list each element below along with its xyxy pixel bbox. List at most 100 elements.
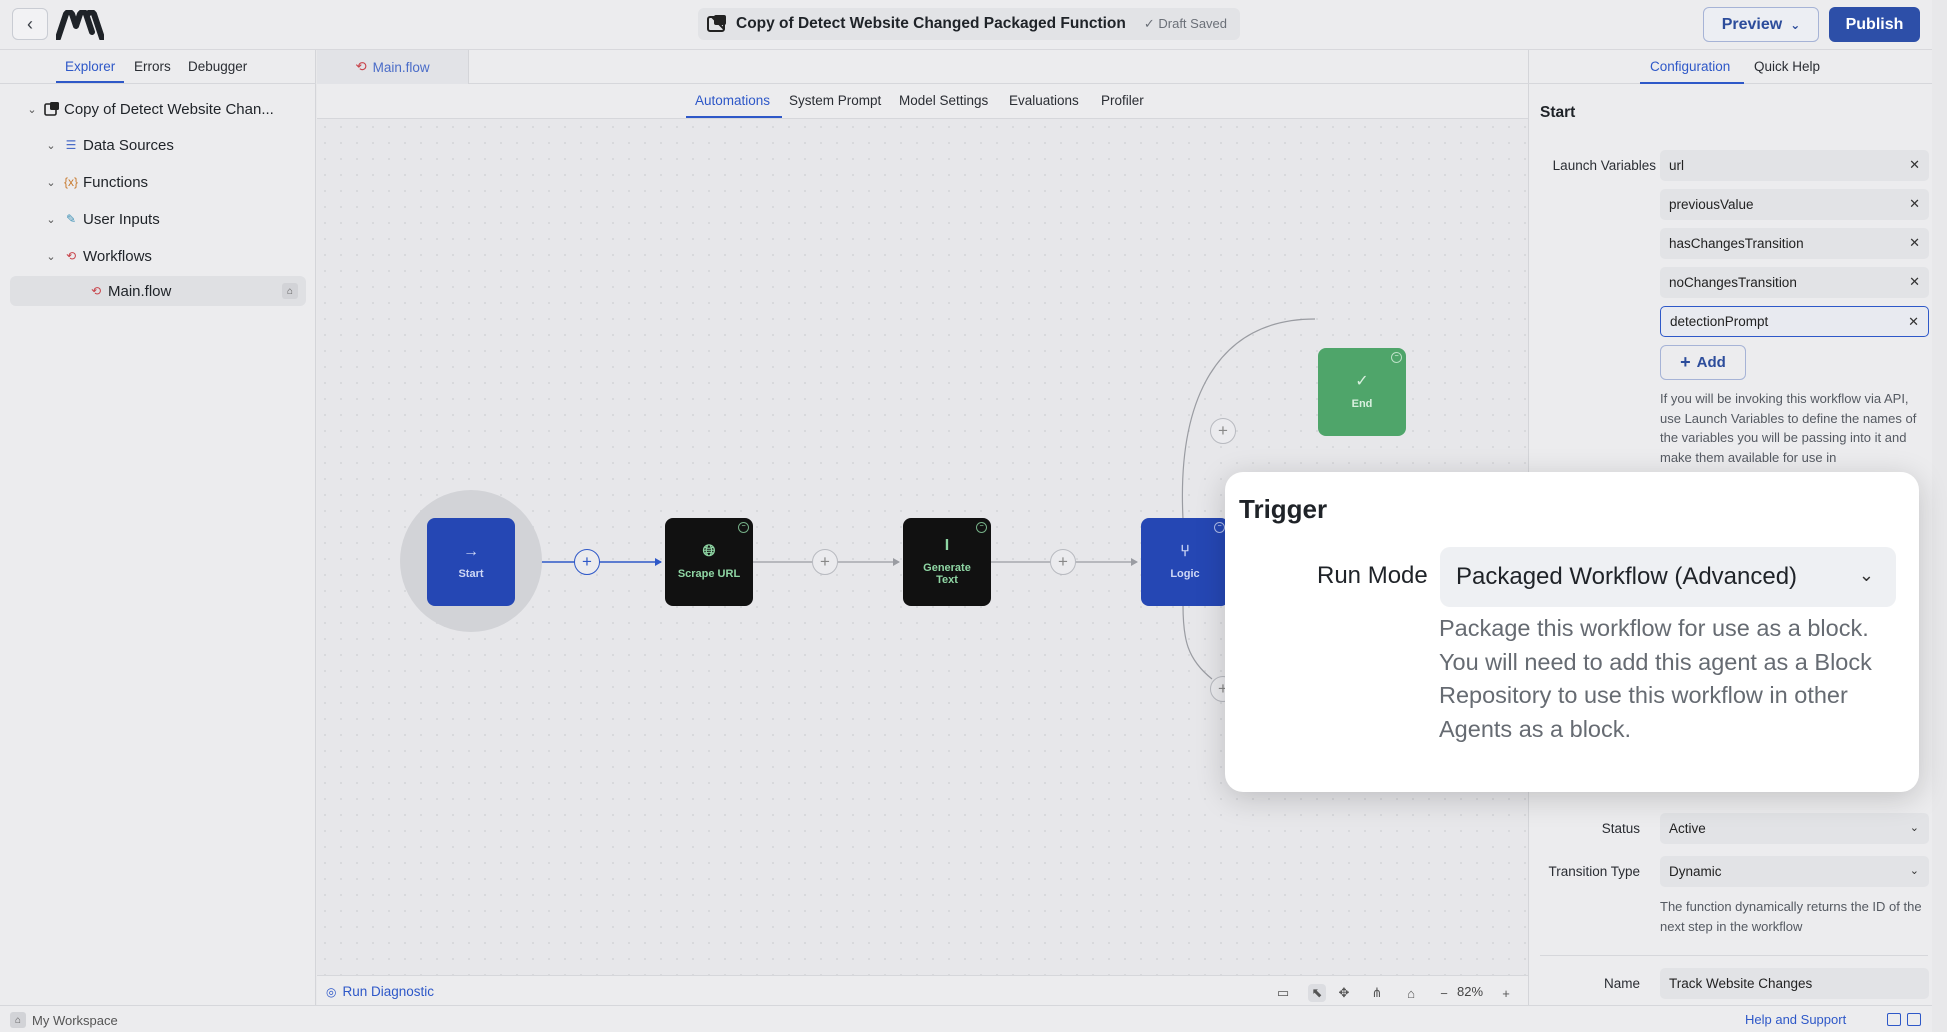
- run-diagnostic-button[interactable]: ◎ Run Diagnostic: [326, 984, 434, 999]
- chevron-down-icon[interactable]: ⌄: [45, 213, 57, 226]
- explorer-sidebar: Explorer Errors Debugger ⌄ Copy of Detec…: [0, 50, 316, 1005]
- tab-explorer[interactable]: Explorer: [65, 59, 115, 74]
- pan-tool-icon[interactable]: ✥: [1335, 984, 1353, 1002]
- close-icon[interactable]: ✕: [1909, 235, 1920, 251]
- zoom-in-icon[interactable]: +: [1497, 984, 1515, 1002]
- preview-button[interactable]: Preview ⌄: [1703, 7, 1819, 42]
- name-input[interactable]: Track Website Changes: [1660, 968, 1929, 999]
- node-start[interactable]: → Start: [427, 518, 515, 606]
- tree-item-label: Data Sources: [83, 136, 174, 154]
- run-mode-select[interactable]: Packaged Workflow (Advanced) ⌄: [1440, 547, 1896, 607]
- status-label: Status: [1601, 821, 1640, 836]
- tab-automations[interactable]: Automations: [695, 93, 770, 108]
- brand-logo-icon: [56, 10, 104, 40]
- add-label: Add: [1696, 354, 1726, 371]
- add-step-button[interactable]: +: [1210, 418, 1236, 444]
- toggle-right-panel-icon[interactable]: [1907, 1013, 1921, 1026]
- workspace-switcher[interactable]: ⌂ My Workspace: [10, 1012, 118, 1028]
- close-icon[interactable]: ✕: [1908, 314, 1919, 330]
- agent-icon: [44, 101, 60, 117]
- chevron-down-icon[interactable]: ⌄: [45, 139, 57, 152]
- launch-variable-field[interactable]: previousValue ✕: [1660, 189, 1929, 220]
- status-select[interactable]: Active ⌄: [1660, 813, 1929, 844]
- node-scrape-url[interactable]: − 🌐︎ Scrape URL: [665, 518, 753, 606]
- tab-errors[interactable]: Errors: [134, 59, 171, 74]
- home-icon: ⌂: [10, 1012, 26, 1028]
- chevron-down-icon: ⌄: [1909, 865, 1919, 877]
- note-icon[interactable]: ▭: [1274, 984, 1292, 1002]
- transition-type-value: Dynamic: [1669, 864, 1722, 879]
- trigger-title: Trigger: [1239, 494, 1328, 524]
- transition-type-select[interactable]: Dynamic ⌄: [1660, 856, 1929, 887]
- active-tab-indicator: [686, 116, 782, 118]
- save-status-text: Draft Saved: [1158, 16, 1228, 31]
- check-circle-icon: ✓: [1355, 373, 1369, 391]
- arrowhead: [655, 558, 662, 566]
- chevron-down-icon[interactable]: ⌄: [45, 176, 57, 189]
- file-tab-strip: [469, 50, 1528, 84]
- status-dot-icon: −: [1214, 522, 1225, 533]
- active-tab-indicator: [56, 81, 124, 83]
- zoom-out-icon[interactable]: −: [1435, 984, 1453, 1002]
- file-tab-main-flow[interactable]: ⟲ Main.flow: [317, 50, 469, 84]
- tab-debugger[interactable]: Debugger: [188, 59, 247, 74]
- add-step-button[interactable]: +: [812, 549, 838, 575]
- run-mode-description: Package this workflow for use as a block…: [1439, 615, 1872, 742]
- tab-model-settings[interactable]: Model Settings: [899, 93, 988, 108]
- zoom-level: 82%: [1457, 984, 1484, 999]
- tree-item-functions[interactable]: ⌄ {x} Functions: [0, 167, 316, 197]
- arrowhead: [893, 558, 900, 566]
- node-label: End: [1351, 397, 1373, 410]
- close-icon[interactable]: ✕: [1909, 157, 1920, 173]
- toggle-left-panel-icon[interactable]: [1887, 1013, 1901, 1026]
- close-icon[interactable]: ✕: [1909, 196, 1920, 212]
- chevron-down-icon[interactable]: ⌄: [26, 103, 38, 116]
- tree-item-agent[interactable]: ⌄ Copy of Detect Website Chan...: [0, 94, 316, 124]
- tab-quick-help[interactable]: Quick Help: [1754, 59, 1820, 74]
- file-tab-label: Main.flow: [372, 59, 430, 75]
- select-tool-icon[interactable]: ⬉: [1308, 984, 1326, 1002]
- chevron-down-icon[interactable]: ⌄: [45, 250, 57, 263]
- launch-variable-value: noChangesTransition: [1669, 275, 1797, 290]
- layout-tree-icon[interactable]: ⋔: [1368, 984, 1386, 1002]
- home-icon[interactable]: ⌂: [1402, 984, 1420, 1002]
- tab-evaluations[interactable]: Evaluations: [1009, 93, 1079, 108]
- help-support-link[interactable]: Help and Support: [1745, 1012, 1846, 1027]
- launch-variable-value: detectionPrompt: [1670, 314, 1769, 329]
- globe-icon: 🌐︎: [702, 543, 716, 561]
- workspace-label: My Workspace: [32, 1012, 118, 1028]
- run-diagnostic-label: Run Diagnostic: [342, 984, 435, 999]
- launch-variable-field-active[interactable]: detectionPrompt ✕: [1660, 306, 1929, 337]
- add-variable-button[interactable]: + Add: [1660, 345, 1746, 380]
- preview-label: Preview: [1721, 15, 1783, 33]
- agent-title-pill[interactable]: Copy of Detect Website Changed Packaged …: [698, 8, 1240, 40]
- close-icon[interactable]: ✕: [1909, 274, 1920, 290]
- chevron-left-icon: ‹: [27, 13, 33, 34]
- node-generate-text[interactable]: − I Generate Text: [903, 518, 991, 606]
- tree-item-label: Functions: [83, 173, 149, 191]
- run-mode-value: Packaged Workflow (Advanced): [1456, 563, 1798, 590]
- status-dot-icon: −: [976, 522, 987, 533]
- tab-configuration[interactable]: Configuration: [1650, 59, 1730, 74]
- node-label: Generate Text: [923, 561, 971, 587]
- tree-item-user-inputs[interactable]: ⌄ ✎ User Inputs: [0, 204, 316, 234]
- launch-variable-value: previousValue: [1669, 197, 1754, 212]
- add-step-button[interactable]: +: [1050, 549, 1076, 575]
- tree-item-main-flow[interactable]: ⟲ Main.flow ⌂: [10, 276, 306, 306]
- tab-profiler[interactable]: Profiler: [1101, 93, 1144, 108]
- tab-system-prompt[interactable]: System Prompt: [789, 93, 881, 108]
- node-end[interactable]: − ✓ End: [1318, 348, 1406, 436]
- node-logic[interactable]: − ⑂ Logic: [1141, 518, 1229, 606]
- launch-variables-help: If you will be invoking this workflow vi…: [1660, 391, 1917, 465]
- plus-icon: +: [1680, 352, 1691, 372]
- add-step-button[interactable]: +: [574, 549, 600, 575]
- publish-button[interactable]: Publish: [1829, 7, 1920, 42]
- diagnostic-icon: ◎: [326, 984, 337, 999]
- launch-variable-field[interactable]: hasChangesTransition ✕: [1660, 228, 1929, 259]
- launch-variable-field[interactable]: noChangesTransition ✕: [1660, 267, 1929, 298]
- tree-item-workflows[interactable]: ⌄ ⟲ Workflows: [0, 241, 316, 271]
- chevron-down-icon: ⌄: [1909, 822, 1919, 834]
- tree-item-data-sources[interactable]: ⌄ ☰ Data Sources: [0, 130, 316, 160]
- launch-variable-field[interactable]: url ✕: [1660, 150, 1929, 181]
- back-button[interactable]: ‹: [12, 8, 48, 40]
